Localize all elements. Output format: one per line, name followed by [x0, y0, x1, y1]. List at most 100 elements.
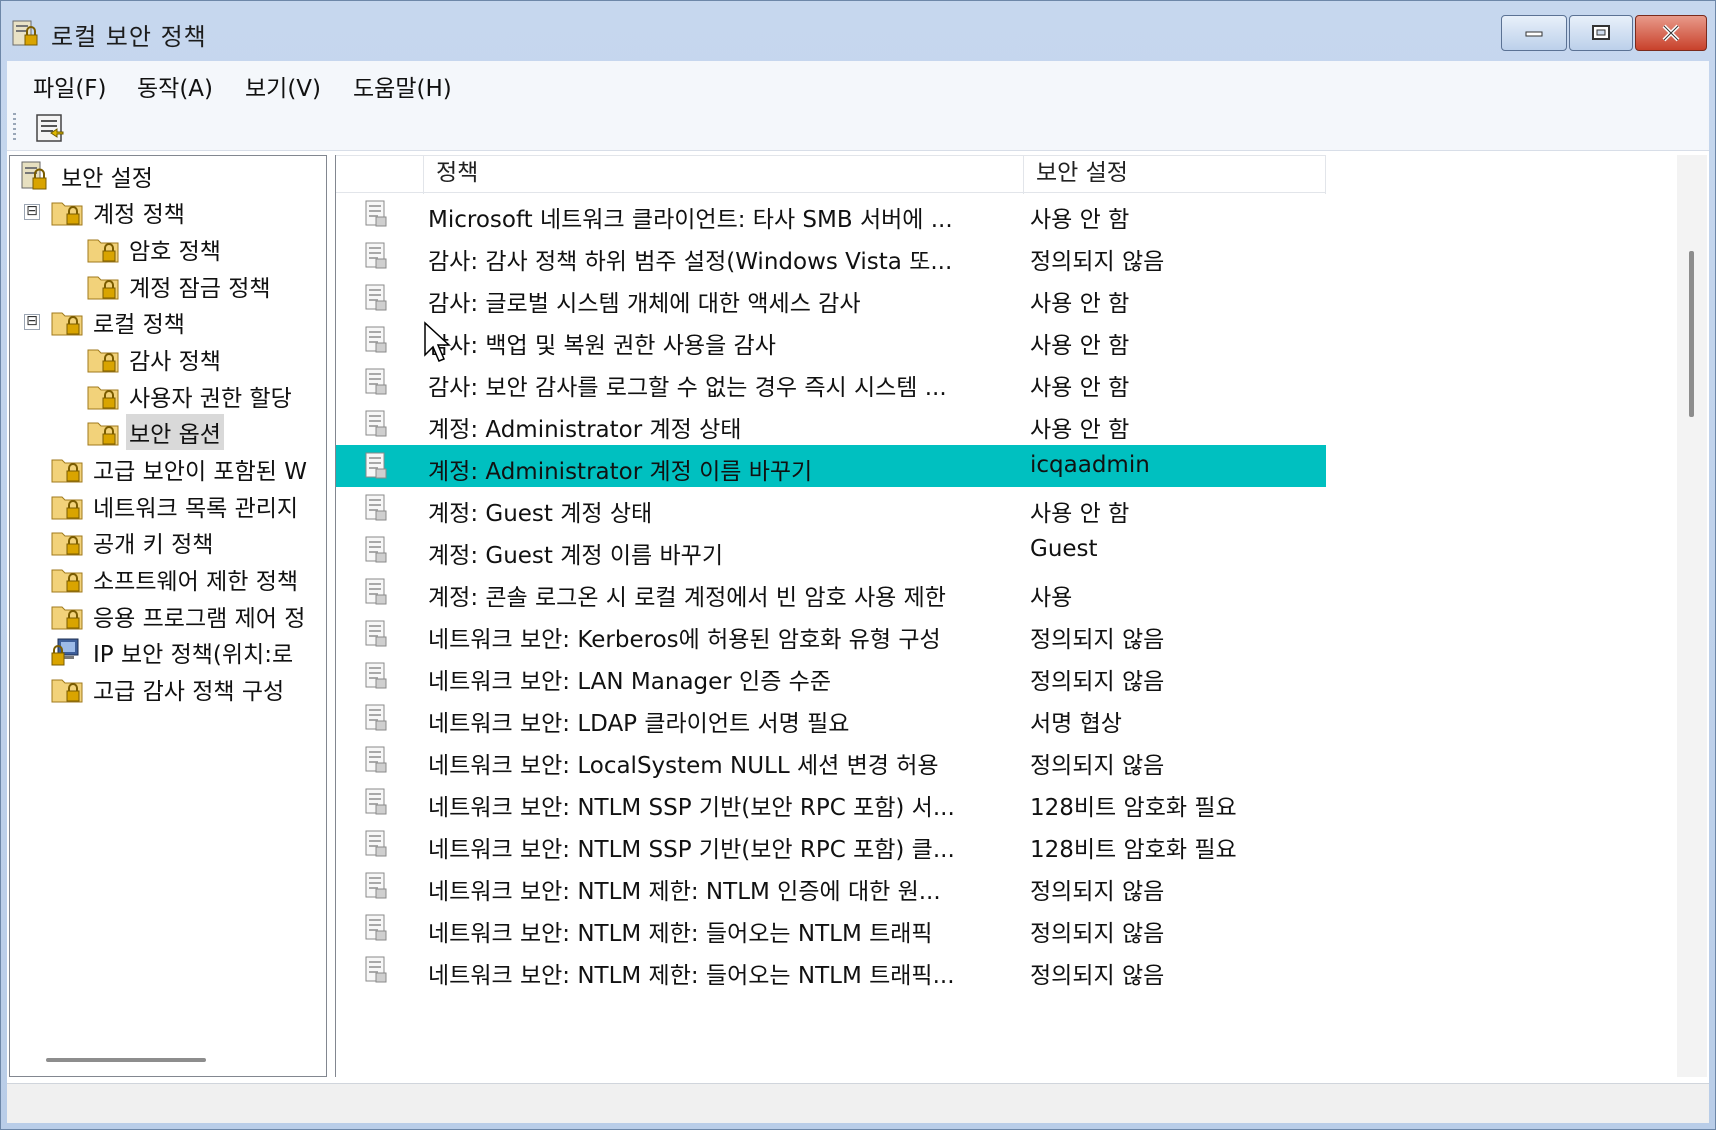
- toolbar-grip[interactable]: [13, 113, 16, 143]
- policy-name: 계정: Administrator 계정 이름 바꾸기: [428, 459, 813, 485]
- policy-row[interactable]: Microsoft 네트워크 클라이언트: 타사 SMB 서버에 ... 사용 안…: [336, 193, 1326, 235]
- policy-row[interactable]: 네트워크 보안: NTLM 제한: 들어오는 NTLM 트래픽... 정의되지 않…: [336, 949, 1326, 991]
- tree-node-audit-policy[interactable]: 감사 정책: [86, 341, 224, 377]
- policy-row[interactable]: 네트워크 보안: LAN Manager 인증 수준 정의되지 않음: [336, 655, 1326, 697]
- collapse-toggle-icon[interactable]: ⊟: [24, 314, 40, 330]
- policy-row[interactable]: 네트워크 보안: NTLM SSP 기반(보안 RPC 포함) 서... 128비…: [336, 781, 1326, 823]
- policy-row[interactable]: 네트워크 보안: LDAP 클라이언트 서명 필요 서명 협상: [336, 697, 1326, 739]
- policy-setting-value: 정의되지 않음: [1030, 627, 1165, 653]
- policy-setting-value: 정의되지 않음: [1030, 669, 1165, 695]
- menu-help[interactable]: 도움말(H): [353, 69, 452, 103]
- tree-node-software-restriction-policies[interactable]: 소프트웨어 제한 정책: [50, 561, 301, 597]
- policy-setting-value: 사용 안 함: [1030, 333, 1130, 359]
- tree-node-advanced-audit-policy[interactable]: 고급 감사 정책 구성: [50, 671, 287, 707]
- policy-row[interactable]: 네트워크 보안: Kerberos에 허용된 암호화 유형 구성 정의되지 않음: [336, 613, 1326, 655]
- policy-row[interactable]: 계정: Guest 계정 상태 사용 안 함: [336, 487, 1326, 529]
- policy-name: 네트워크 보안: NTLM 제한: 들어오는 NTLM 트래픽...: [428, 963, 955, 989]
- local-security-policy-window: 로컬 보안 정책 파일(F) 동작(A) 보기(V) 도움말(H) 보안 설정 …: [0, 0, 1716, 1130]
- close-button[interactable]: [1635, 15, 1707, 51]
- title-bar[interactable]: 로컬 보안 정책: [1, 1, 1715, 61]
- column-header-policy[interactable]: 정책: [424, 156, 1024, 194]
- tree-node-ip-security-policies[interactable]: IP 보안 정책(위치:로: [50, 634, 296, 670]
- tree-label: 계정 잠금 정책: [129, 276, 271, 302]
- folder-lock-icon: [51, 312, 83, 336]
- policy-setting-value: 정의되지 않음: [1030, 879, 1165, 905]
- policy-item-icon: [365, 494, 387, 521]
- policy-row[interactable]: 계정: Guest 계정 이름 바꾸기 Guest: [336, 529, 1326, 571]
- policy-item-icon: [365, 662, 387, 689]
- policy-name: 네트워크 보안: Kerberos에 허용된 암호화 유형 구성: [428, 627, 941, 653]
- policy-name: 네트워크 보안: NTLM 제한: 들어오는 NTLM 트래픽: [428, 921, 933, 947]
- window-title: 로컬 보안 정책: [51, 23, 207, 51]
- menu-view[interactable]: 보기(V): [245, 69, 321, 103]
- policy-item-icon: [365, 620, 387, 647]
- tree-label: IP 보안 정책(위치:로: [93, 642, 294, 668]
- policy-item-icon: [365, 368, 387, 395]
- policy-row[interactable]: 계정: 콘솔 로그온 시 로컬 계정에서 빈 암호 사용 제한 사용: [336, 571, 1326, 613]
- tree-node-application-control-policies[interactable]: 응용 프로그램 제어 정: [50, 598, 308, 634]
- policy-row[interactable]: 감사: 글로벌 시스템 개체에 대한 액세스 감사 사용 안 함: [336, 277, 1326, 319]
- policy-row[interactable]: 감사: 감사 정책 하위 범주 설정(Windows Vista 또... 정의되…: [336, 235, 1326, 277]
- policy-row[interactable]: 네트워크 보안: NTLM 제한: NTLM 인증에 대한 원... 정의되지 않…: [336, 865, 1326, 907]
- policy-row[interactable]: 감사: 백업 및 복원 권한 사용을 감사 사용 안 함: [336, 319, 1326, 361]
- policy-item-icon: [365, 914, 387, 941]
- policy-name: 계정: Guest 계정 이름 바꾸기: [428, 543, 723, 569]
- tree-node-password-policy[interactable]: 암호 정책: [86, 231, 224, 267]
- tree-node-security-settings[interactable]: 보안 설정: [18, 158, 156, 194]
- policy-setting-value: 128비트 암호화 필요: [1030, 837, 1237, 863]
- tree-pane[interactable]: 보안 설정 ⊟ 계정 정책 암호 정책 계정 잠금 정책 ⊟ 로컬 정책 감사 …: [9, 155, 327, 1077]
- tree-node-windows-firewall[interactable]: 고급 보안이 포함된 W: [50, 451, 310, 487]
- folder-lock-icon: [87, 422, 119, 446]
- tree-node-public-key-policies[interactable]: 공개 키 정책: [50, 524, 216, 560]
- tree-horizontal-scrollbar[interactable]: [46, 1058, 206, 1062]
- tree-label: 고급 보안이 포함된 W: [93, 459, 307, 485]
- menu-action[interactable]: 동작(A): [137, 69, 213, 103]
- export-list-icon[interactable]: [31, 109, 69, 147]
- column-header-security-setting[interactable]: 보안 설정: [1024, 156, 1326, 194]
- policy-row[interactable]: 감사: 보안 감사를 로그할 수 없는 경우 즉시 시스템 ... 사용 안 함: [336, 361, 1326, 403]
- restore-icon: [1592, 25, 1610, 40]
- folder-lock-icon: [87, 386, 119, 410]
- policy-setting-value: 사용 안 함: [1030, 417, 1130, 443]
- policy-row[interactable]: 네트워크 보안: LocalSystem NULL 세션 변경 허용 정의되지 않…: [336, 739, 1326, 781]
- policy-setting-value: 서명 협상: [1030, 711, 1122, 737]
- tree-label: 감사 정책: [129, 349, 221, 375]
- policy-item-icon: [365, 788, 387, 815]
- policy-row[interactable]: 네트워크 보안: NTLM 제한: 들어오는 NTLM 트래픽 정의되지 않음: [336, 907, 1326, 949]
- folder-lock-icon: [51, 459, 83, 483]
- policy-row[interactable]: 네트워크 보안: NTLM SSP 기반(보안 RPC 포함) 클... 128비…: [336, 823, 1326, 865]
- policy-list-pane[interactable]: 정책 보안 설정 Microsoft 네트워크 클라이언트: 타사 SMB 서버…: [335, 155, 1677, 1077]
- policy-item-icon: [365, 284, 387, 311]
- collapse-toggle-icon[interactable]: ⊟: [24, 204, 40, 220]
- vertical-scrollbar[interactable]: [1677, 155, 1707, 1077]
- policy-setting-value: 정의되지 않음: [1030, 963, 1165, 989]
- policy-item-icon: [365, 200, 387, 227]
- policy-name: 감사: 글로벌 시스템 개체에 대한 액세스 감사: [428, 291, 861, 317]
- menu-bar: 파일(F) 동작(A) 보기(V) 도움말(H): [7, 61, 1709, 105]
- tree-node-user-rights-assignment[interactable]: 사용자 권한 할당: [86, 378, 295, 414]
- tree-node-security-options[interactable]: 보안 옵션: [86, 414, 224, 450]
- minimize-button[interactable]: [1501, 15, 1567, 51]
- policy-setting-value: 정의되지 않음: [1030, 753, 1165, 779]
- policy-setting-value: 128비트 암호화 필요: [1030, 795, 1237, 821]
- tree-node-network-list-manager[interactable]: 네트워크 목록 관리지: [50, 488, 301, 524]
- folder-lock-icon: [87, 239, 119, 263]
- folder-lock-icon: [51, 496, 83, 520]
- tree-label-selected: 보안 옵션: [126, 414, 224, 450]
- policy-setting-value: 정의되지 않음: [1030, 921, 1165, 947]
- policy-row[interactable]: 계정: Administrator 계정 상태 사용 안 함: [336, 403, 1326, 445]
- menu-file[interactable]: 파일(F): [33, 69, 107, 103]
- tree-label: 고급 감사 정책 구성: [93, 679, 285, 705]
- policy-setting-value: icqaadmin: [1030, 452, 1150, 478]
- policy-row-selected[interactable]: 계정: Administrator 계정 이름 바꾸기 icqaadmin: [336, 445, 1326, 487]
- tree-node-local-policies[interactable]: 로컬 정책: [50, 304, 188, 340]
- scrollbar-thumb[interactable]: [1689, 251, 1694, 417]
- folder-lock-icon: [87, 349, 119, 373]
- minimize-icon: [1525, 31, 1543, 37]
- column-header-icon[interactable]: [336, 156, 424, 194]
- maximize-button[interactable]: [1569, 15, 1633, 51]
- policy-name: 감사: 보안 감사를 로그할 수 없는 경우 즉시 시스템 ...: [428, 375, 947, 401]
- tree-node-account-lockout-policy[interactable]: 계정 잠금 정책: [86, 268, 274, 304]
- tree-node-account-policies[interactable]: 계정 정책: [50, 194, 188, 230]
- tree-label: 보안 설정: [61, 166, 153, 192]
